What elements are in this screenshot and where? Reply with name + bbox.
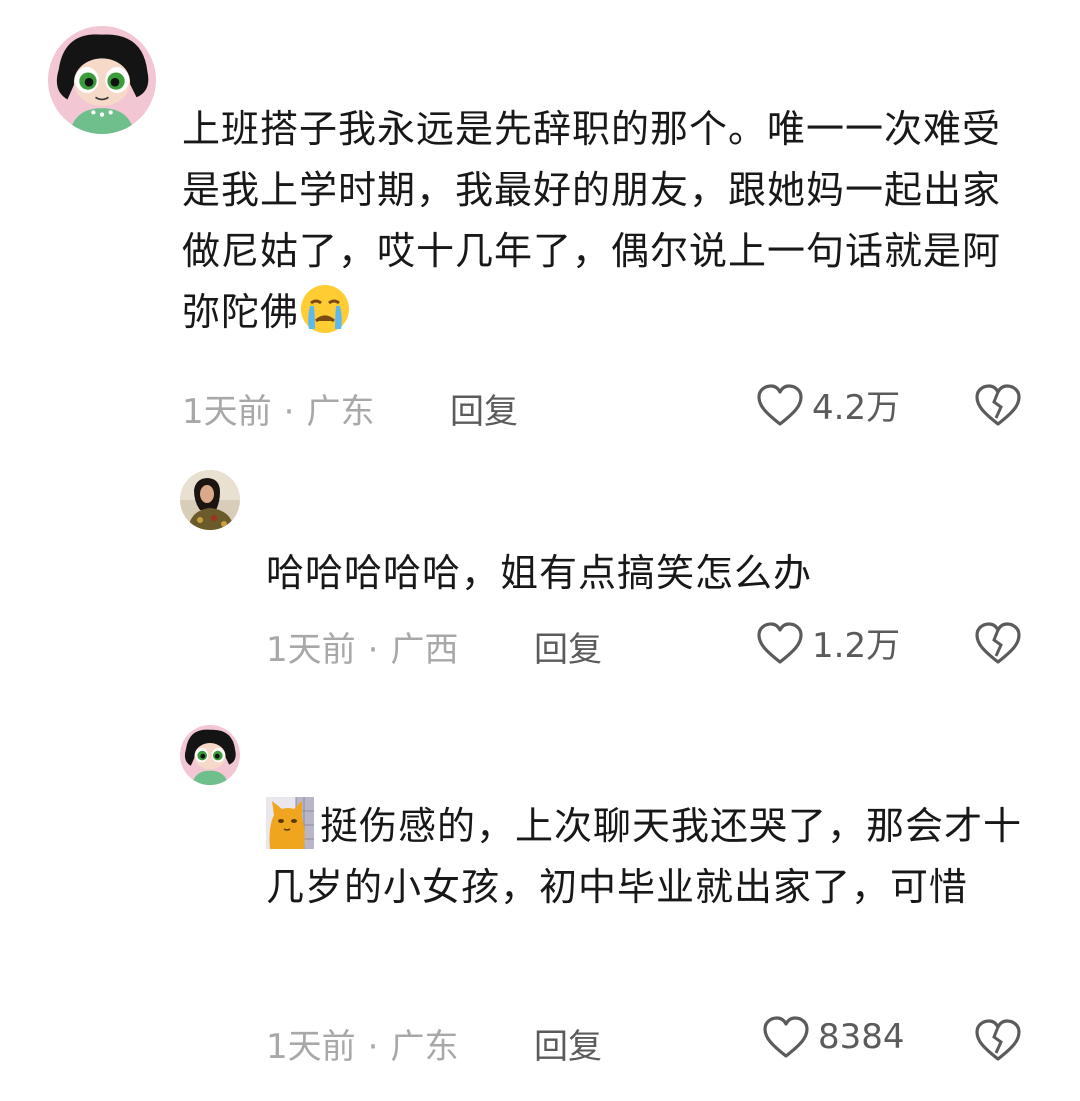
comment-text: 哈哈哈哈哈，姐有点搞笑怎么办 xyxy=(266,551,813,595)
broken-heart-icon[interactable] xyxy=(974,620,1022,666)
location: 广东 xyxy=(390,1027,459,1067)
reply-button[interactable]: 回复 xyxy=(534,1019,602,1068)
avatar[interactable] xyxy=(180,725,240,785)
comment-text: 挺伤感的，上次聊天我还哭了，那会才十几岁的小女孩，初中毕业就出家了，可惜 xyxy=(266,796,1036,918)
like-count: 4.2万 xyxy=(812,388,901,428)
heart-icon xyxy=(763,1016,809,1058)
reply-button[interactable]: 回复 xyxy=(534,622,602,671)
broken-heart-icon[interactable] xyxy=(974,1017,1022,1063)
avatar[interactable] xyxy=(48,26,156,134)
separator: · xyxy=(367,630,379,670)
comment-meta: 1天前 · 广东 xyxy=(266,1019,458,1068)
comment-meta: 1天前 · 广西 xyxy=(266,622,458,671)
separator: · xyxy=(283,392,295,432)
timestamp: 1天前 xyxy=(266,1027,356,1067)
comment-meta: 1天前 · 广东 xyxy=(182,384,374,433)
heart-icon xyxy=(757,621,803,664)
location: 广东 xyxy=(306,392,375,432)
like-count: 8384 xyxy=(818,1017,905,1057)
crying-face-icon xyxy=(299,283,351,335)
avatar[interactable] xyxy=(180,470,240,530)
cat-sticker-icon xyxy=(266,797,314,849)
reply-button[interactable]: 回复 xyxy=(450,384,518,433)
broken-heart-icon[interactable] xyxy=(974,382,1022,428)
timestamp: 1天前 xyxy=(182,392,272,432)
like-button[interactable]: 4.2万 xyxy=(756,380,900,429)
like-count: 1.2万 xyxy=(812,626,901,666)
like-button[interactable]: 1.2万 xyxy=(756,618,900,667)
heart-icon xyxy=(757,383,803,426)
comment-text: 上班搭子我永远是先辞职的那个。唯一一次难受是我上学时期，我最好的朋友，跟她妈一起… xyxy=(182,107,1002,335)
like-button[interactable]: 8384 xyxy=(762,1015,905,1059)
timestamp: 1天前 xyxy=(266,630,356,670)
separator: · xyxy=(367,1027,379,1067)
location: 广西 xyxy=(390,630,459,670)
